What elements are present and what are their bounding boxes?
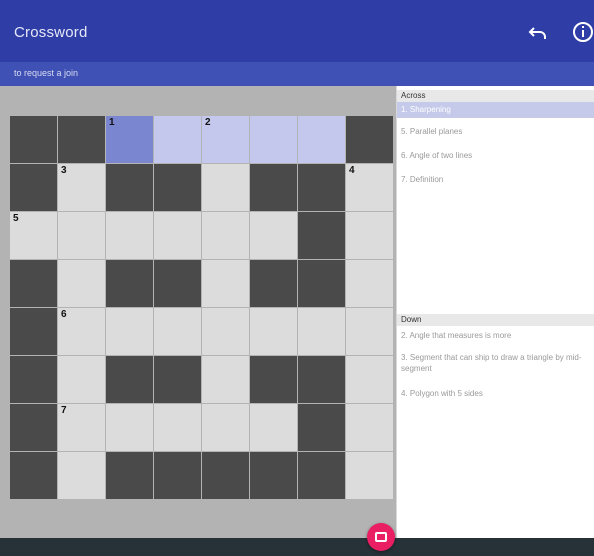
app-title: Crossword <box>14 24 88 41</box>
grid-cell[interactable] <box>346 356 393 403</box>
grid-block-cell <box>202 452 249 499</box>
grid-block-cell <box>250 356 297 403</box>
grid-cell[interactable] <box>202 260 249 307</box>
keyboard-fab-button[interactable] <box>367 523 395 551</box>
clue-down-4[interactable]: 4. Polygon with 5 sides <box>401 388 591 399</box>
grid-cell[interactable] <box>298 116 345 163</box>
grid-cell[interactable] <box>250 116 297 163</box>
grid-block-cell <box>298 212 345 259</box>
grid-block-cell <box>106 356 153 403</box>
cell-number: 3 <box>61 165 67 176</box>
grid-block-cell <box>250 164 297 211</box>
grid-block-cell <box>10 356 57 403</box>
grid-block-cell <box>10 404 57 451</box>
grid-block-cell <box>298 164 345 211</box>
clues-panel: Across 1. Sharpening 5. Parallel planes … <box>396 86 594 538</box>
grid-cell[interactable] <box>202 308 249 355</box>
grid-block-cell <box>346 116 393 163</box>
grid-cell[interactable] <box>106 404 153 451</box>
app-bar: Crossword <box>0 0 594 62</box>
info-icon[interactable] <box>572 20 594 44</box>
undo-icon[interactable] <box>528 26 548 40</box>
grid-block-cell <box>58 116 105 163</box>
across-header: Across <box>397 90 594 102</box>
cell-number: 1 <box>109 117 115 128</box>
grid-cell[interactable]: 4 <box>346 164 393 211</box>
grid-cell[interactable]: 7 <box>58 404 105 451</box>
grid-cell[interactable]: 6 <box>58 308 105 355</box>
grid-cell[interactable] <box>154 116 201 163</box>
clue-down-3[interactable]: 3. Segment that can ship to draw a trian… <box>401 352 591 374</box>
grid-cell[interactable] <box>58 212 105 259</box>
cell-number: 7 <box>61 405 67 416</box>
grid-cell[interactable]: 5 <box>10 212 57 259</box>
grid-cell[interactable] <box>346 212 393 259</box>
grid-block-cell <box>298 452 345 499</box>
board-area: 1 2 3 4 5 6 7 <box>0 86 396 538</box>
grid-block-cell <box>298 356 345 403</box>
bottom-bar <box>0 538 594 556</box>
grid-block-cell <box>10 164 57 211</box>
grid-cell[interactable]: 2 <box>202 116 249 163</box>
grid-block-cell <box>250 260 297 307</box>
grid-cell[interactable] <box>250 404 297 451</box>
grid-cell[interactable] <box>250 308 297 355</box>
grid-cell[interactable] <box>346 404 393 451</box>
keyboard-icon <box>375 532 387 542</box>
down-header: Down <box>397 314 594 326</box>
grid-block-cell <box>10 260 57 307</box>
grid-cell[interactable] <box>298 308 345 355</box>
grid-cell[interactable] <box>346 452 393 499</box>
clue-down-2[interactable]: 2. Angle that measures is more <box>401 330 591 341</box>
cell-number: 4 <box>349 165 355 176</box>
grid-block-cell <box>10 308 57 355</box>
grid-cell[interactable] <box>154 308 201 355</box>
grid-block-cell <box>154 164 201 211</box>
cell-number: 6 <box>61 309 67 320</box>
grid-block-cell <box>154 452 201 499</box>
grid-block-cell <box>106 452 153 499</box>
grid-cell[interactable] <box>346 308 393 355</box>
grid-cell[interactable]: 1 <box>106 116 153 163</box>
grid-cell[interactable] <box>346 260 393 307</box>
grid-block-cell <box>298 404 345 451</box>
grid-cell[interactable] <box>58 452 105 499</box>
clue-across-1[interactable]: 1. Sharpening <box>397 102 594 118</box>
grid-cell[interactable] <box>202 356 249 403</box>
clue-across-6[interactable]: 6. Angle of two lines <box>401 150 591 161</box>
subtitle-text: to request a join <box>14 68 79 78</box>
grid-block-cell <box>154 260 201 307</box>
grid-block-cell <box>106 260 153 307</box>
grid-cell[interactable]: 3 <box>58 164 105 211</box>
cell-number: 5 <box>13 213 19 224</box>
grid-cell[interactable] <box>250 212 297 259</box>
grid-block-cell <box>10 452 57 499</box>
grid-cell[interactable] <box>106 308 153 355</box>
crossword-grid: 1 2 3 4 5 6 7 <box>10 116 396 504</box>
grid-cell[interactable] <box>58 260 105 307</box>
grid-cell[interactable] <box>154 212 201 259</box>
cell-number: 2 <box>205 117 211 128</box>
grid-block-cell <box>154 356 201 403</box>
grid-cell[interactable] <box>154 404 201 451</box>
grid-block-cell <box>10 116 57 163</box>
grid-cell[interactable] <box>202 404 249 451</box>
grid-cell[interactable] <box>202 164 249 211</box>
clue-across-7[interactable]: 7. Definition <box>401 174 591 185</box>
grid-cell[interactable] <box>58 356 105 403</box>
grid-block-cell <box>298 260 345 307</box>
grid-cell[interactable] <box>202 212 249 259</box>
clue-across-5[interactable]: 5. Parallel planes <box>401 126 591 137</box>
grid-cell[interactable] <box>106 212 153 259</box>
grid-block-cell <box>106 164 153 211</box>
status-subbar: to request a join <box>0 62 594 86</box>
grid-block-cell <box>250 452 297 499</box>
